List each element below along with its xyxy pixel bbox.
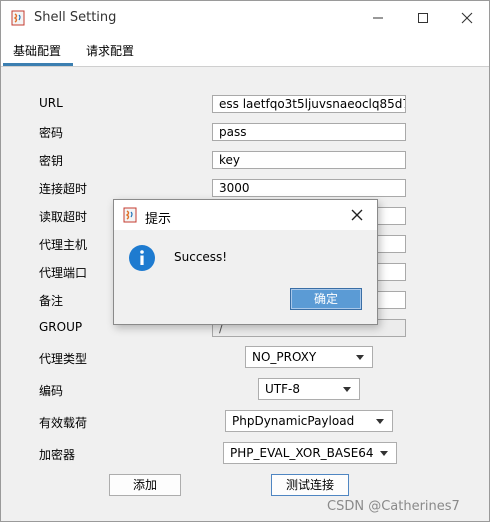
url-field[interactable]: ess laetfqo3t5ljuvsnaeoclq85d7 [212, 95, 406, 113]
proxy-port-label: 代理端口 [39, 266, 88, 280]
tab-bar: 基础配置 请求配置 [1, 34, 489, 67]
dialog-title: 提示 [145, 212, 172, 227]
active-tab-indicator [3, 63, 73, 66]
test-connection-button[interactable]: 测试连接 [271, 474, 349, 496]
url-label: URL [39, 96, 63, 110]
chevron-down-icon [380, 451, 388, 456]
dialog-message: Success! [174, 250, 228, 264]
minimize-icon [373, 17, 383, 19]
shell-setting-window: Shell Setting 基础配置 请求配置 URL ess laetfqo3… [0, 0, 490, 522]
payload-value: PhpDynamicPayload [232, 414, 355, 428]
payload-select[interactable]: PhpDynamicPayload [225, 410, 393, 432]
dialog-close-icon[interactable] [349, 207, 365, 223]
proxy-type-label: 代理类型 [39, 352, 88, 366]
close-icon [461, 12, 473, 24]
chevron-down-icon [343, 387, 351, 392]
ok-button[interactable]: 确定 [290, 288, 362, 310]
chevron-down-icon [356, 355, 364, 360]
info-icon [129, 245, 155, 271]
maximize-icon [418, 13, 428, 23]
tab-basic-config[interactable]: 基础配置 [13, 42, 61, 59]
password-label: 密码 [39, 126, 64, 140]
proxy-type-value: NO_PROXY [252, 350, 317, 364]
conn-timeout-label: 连接超时 [39, 182, 88, 196]
maximize-button[interactable] [401, 5, 445, 31]
watermark: CSDN @Catherines7 [327, 499, 460, 514]
encoding-label: 编码 [39, 384, 64, 398]
payload-label: 有效载荷 [39, 416, 88, 430]
java-app-icon [11, 10, 25, 26]
encoding-value: UTF-8 [265, 382, 300, 396]
window-title: Shell Setting [34, 10, 117, 25]
cryption-select[interactable]: PHP_EVAL_XOR_BASE64 [223, 442, 397, 464]
close-button[interactable] [445, 5, 489, 31]
chevron-down-icon [376, 419, 384, 424]
encoding-select[interactable]: UTF-8 [258, 378, 360, 400]
message-dialog: 提示 Success! 确定 [113, 199, 378, 325]
dialog-title-bar: 提示 [114, 200, 377, 230]
add-button[interactable]: 添加 [109, 474, 181, 496]
minimize-button[interactable] [356, 5, 400, 31]
password-field[interactable]: pass [212, 123, 406, 141]
key-field[interactable]: key [212, 151, 406, 169]
java-app-icon [123, 207, 137, 223]
remark-label: 备注 [39, 294, 64, 308]
key-label: 密钥 [39, 154, 64, 168]
group-label: GROUP [39, 320, 83, 334]
tab-request-config[interactable]: 请求配置 [86, 42, 134, 59]
read-timeout-label: 读取超时 [39, 210, 88, 224]
title-bar: Shell Setting [1, 1, 489, 34]
conn-timeout-field[interactable]: 3000 [212, 179, 406, 197]
cryption-label: 加密器 [39, 448, 76, 462]
proxy-type-select[interactable]: NO_PROXY [245, 346, 373, 368]
proxy-host-label: 代理主机 [39, 238, 88, 252]
cryption-value: PHP_EVAL_XOR_BASE64 [230, 446, 374, 460]
